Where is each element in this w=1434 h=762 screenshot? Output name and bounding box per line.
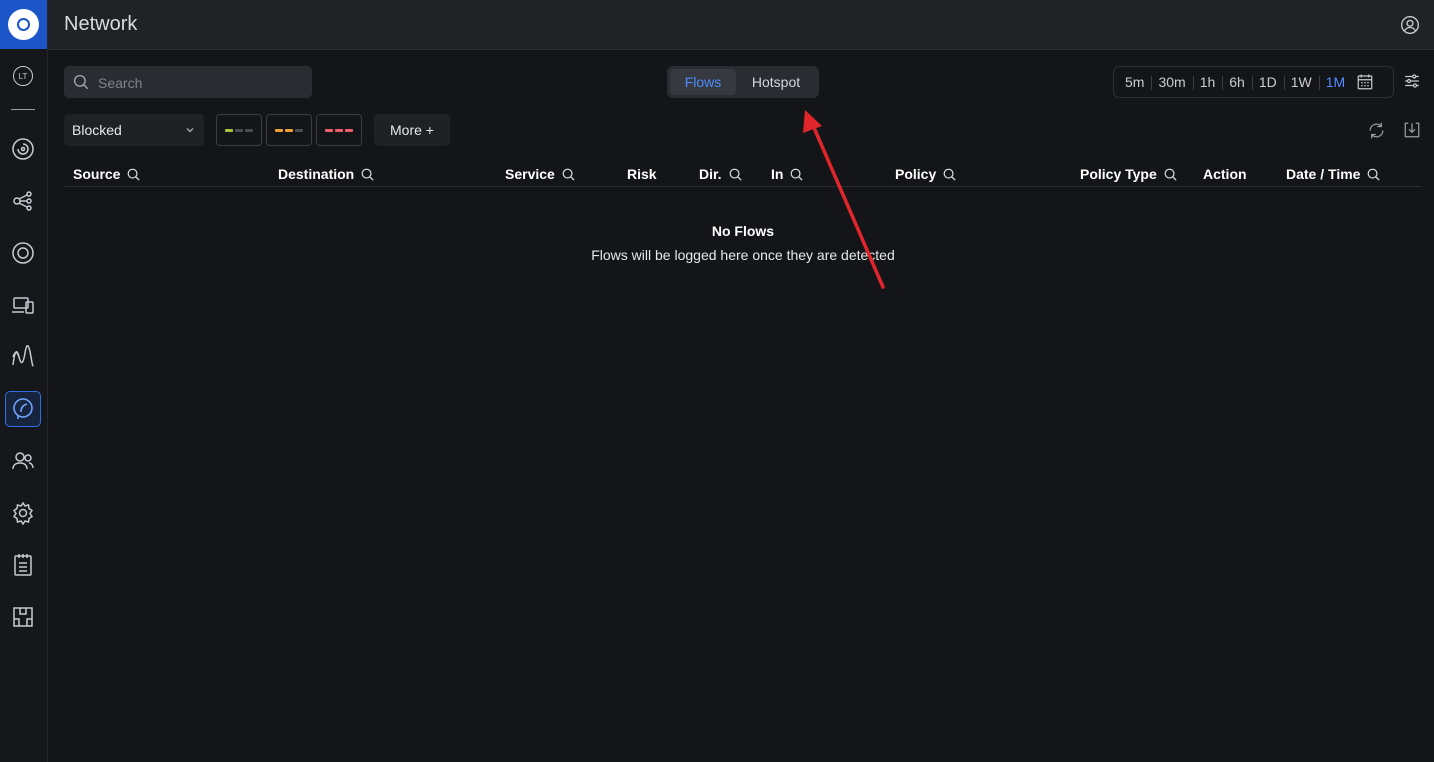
- search-icon[interactable]: [1163, 167, 1178, 182]
- search-box: [64, 66, 312, 100]
- column-action[interactable]: Action: [1203, 166, 1247, 182]
- range-1h[interactable]: 1h: [1192, 74, 1223, 90]
- flows-icon: [13, 398, 33, 419]
- time-range-selector: 5m 30m 1h 6h 1D 1W 1M: [1113, 66, 1394, 98]
- clients-icon: [12, 452, 34, 470]
- risk-filter-high[interactable]: [316, 114, 362, 146]
- search-icon[interactable]: [942, 167, 957, 182]
- sidebar-item-innerspace[interactable]: [5, 599, 41, 635]
- settings-icon: [12, 501, 34, 525]
- column-in[interactable]: In: [771, 166, 804, 182]
- action-filter-dropdown[interactable]: Blocked: [64, 114, 204, 146]
- column-service[interactable]: Service: [505, 166, 576, 182]
- column-destination[interactable]: Destination: [278, 166, 375, 182]
- search-input[interactable]: [96, 66, 310, 100]
- more-filters-button[interactable]: More +: [374, 114, 450, 146]
- annotation-arrow: [803, 110, 885, 289]
- top-bar: Network: [48, 0, 1434, 50]
- sidebar-item-insights[interactable]: [5, 339, 41, 375]
- sidebar-item-dashboard[interactable]: [5, 131, 41, 167]
- search-icon[interactable]: [360, 167, 375, 182]
- column-direction[interactable]: Dir.: [699, 166, 743, 182]
- action-filter-value: Blocked: [72, 122, 122, 138]
- flows-table-header: Source Destination Service Risk Dir. In …: [64, 160, 1422, 187]
- range-6h[interactable]: 6h: [1222, 74, 1252, 90]
- column-policy[interactable]: Policy: [895, 166, 957, 182]
- search-icon[interactable]: [728, 167, 743, 182]
- sidebar-item-settings[interactable]: [5, 495, 41, 531]
- range-1d[interactable]: 1D: [1251, 74, 1284, 90]
- logs-icon: [14, 554, 32, 576]
- risk-low-indicator-icon: [225, 128, 233, 132]
- sidebar-item-client-devices[interactable]: [5, 287, 41, 323]
- app-title: Network: [64, 13, 138, 35]
- view-tabs: Flows Hotspot: [667, 66, 819, 98]
- range-1w[interactable]: 1W: [1283, 74, 1319, 90]
- logo-mark-icon: [8, 9, 39, 40]
- search-icon[interactable]: [1366, 167, 1381, 182]
- user-account-icon[interactable]: [1400, 15, 1420, 35]
- risk-medium-indicator-icon: [275, 128, 283, 132]
- range-30m[interactable]: 30m: [1151, 74, 1192, 90]
- risk-filter-low[interactable]: [216, 114, 262, 146]
- risk-high-indicator-icon: [325, 128, 333, 132]
- column-policy-type[interactable]: Policy Type: [1080, 166, 1178, 182]
- empty-state-title: No Flows: [711, 223, 775, 239]
- insights-icon: [12, 345, 34, 367]
- refresh-icon[interactable]: [1367, 121, 1386, 140]
- empty-state-message: Flows will be logged here once they are …: [591, 247, 895, 263]
- column-date-time[interactable]: Date / Time: [1286, 166, 1381, 182]
- sidebar-divider: [11, 109, 35, 110]
- sidebar: LT: [0, 0, 48, 762]
- sidebar-item-logs[interactable]: [5, 547, 41, 583]
- calendar-icon[interactable]: [1356, 73, 1374, 91]
- range-1m[interactable]: 1M: [1318, 74, 1352, 90]
- search-icon[interactable]: [126, 167, 141, 182]
- sidebar-item-site[interactable]: LT: [5, 58, 41, 94]
- dashboard-icon: [12, 138, 34, 160]
- client-devices-icon: [12, 297, 34, 314]
- tab-flows[interactable]: Flows: [670, 69, 736, 95]
- sidebar-item-flows[interactable]: [5, 391, 41, 427]
- filter-settings-icon[interactable]: [1403, 72, 1421, 90]
- innerspace-icon: [13, 607, 33, 627]
- ubiquiti-logo[interactable]: [0, 0, 47, 49]
- search-icon: [73, 74, 89, 90]
- download-icon[interactable]: [1403, 121, 1421, 139]
- chevron-down-icon: [186, 128, 194, 133]
- column-source[interactable]: Source: [73, 166, 141, 182]
- range-5m[interactable]: 5m: [1118, 74, 1151, 90]
- sidebar-item-topology[interactable]: [5, 183, 41, 219]
- sidebar-item-clients[interactable]: [5, 443, 41, 479]
- search-icon[interactable]: [561, 167, 576, 182]
- search-icon[interactable]: [789, 167, 804, 182]
- tab-hotspot[interactable]: Hotspot: [736, 69, 816, 95]
- column-risk[interactable]: Risk: [627, 166, 657, 182]
- risk-filter-medium[interactable]: [266, 114, 312, 146]
- lt-badge-icon: LT: [13, 66, 33, 86]
- topology-icon: [13, 191, 32, 211]
